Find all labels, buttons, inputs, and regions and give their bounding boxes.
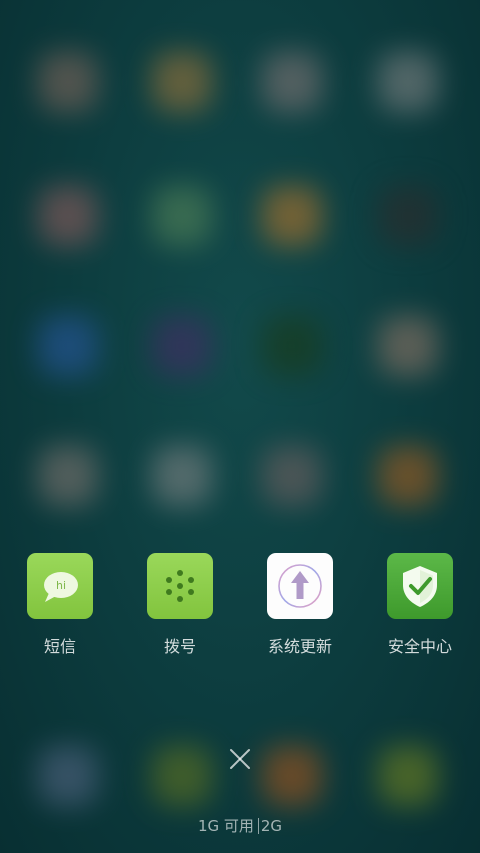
recent-app-system-update[interactable]: 系统更新 — [240, 553, 360, 663]
memory-available: 1G 可用 — [197, 817, 254, 835]
memory-separator — [257, 818, 259, 834]
app-label-dialer: 拨号 — [163, 637, 196, 656]
sms-icon-text: hi — [56, 579, 66, 592]
recent-apps-row: hi 短信 拨号 系统更新 安全中心 — [0, 553, 480, 663]
close-x-icon[interactable] — [225, 744, 255, 774]
security-shield-check-icon[interactable] — [387, 553, 453, 619]
app-label-sms: 短信 — [43, 637, 76, 656]
app-label-system-update: 系统更新 — [267, 637, 332, 656]
recent-app-dialer[interactable]: 拨号 — [120, 553, 240, 663]
app-label-security-center: 安全中心 — [387, 637, 452, 656]
memory-info: 1G 可用 2G — [0, 815, 480, 836]
blurred-home-background — [0, 0, 480, 853]
recent-apps-screen: hi 短信 拨号 系统更新 安全中心 1G 可用 2G — [0, 0, 480, 853]
system-update-arrow-icon[interactable] — [267, 553, 333, 619]
recent-app-security-center[interactable]: 安全中心 — [360, 553, 480, 663]
dialpad-icon[interactable] — [147, 553, 213, 619]
memory-total: 2G — [260, 817, 283, 835]
sms-bubble-icon[interactable]: hi — [27, 553, 93, 619]
close-all-button[interactable] — [225, 744, 255, 774]
recent-app-sms[interactable]: hi 短信 — [0, 553, 120, 663]
